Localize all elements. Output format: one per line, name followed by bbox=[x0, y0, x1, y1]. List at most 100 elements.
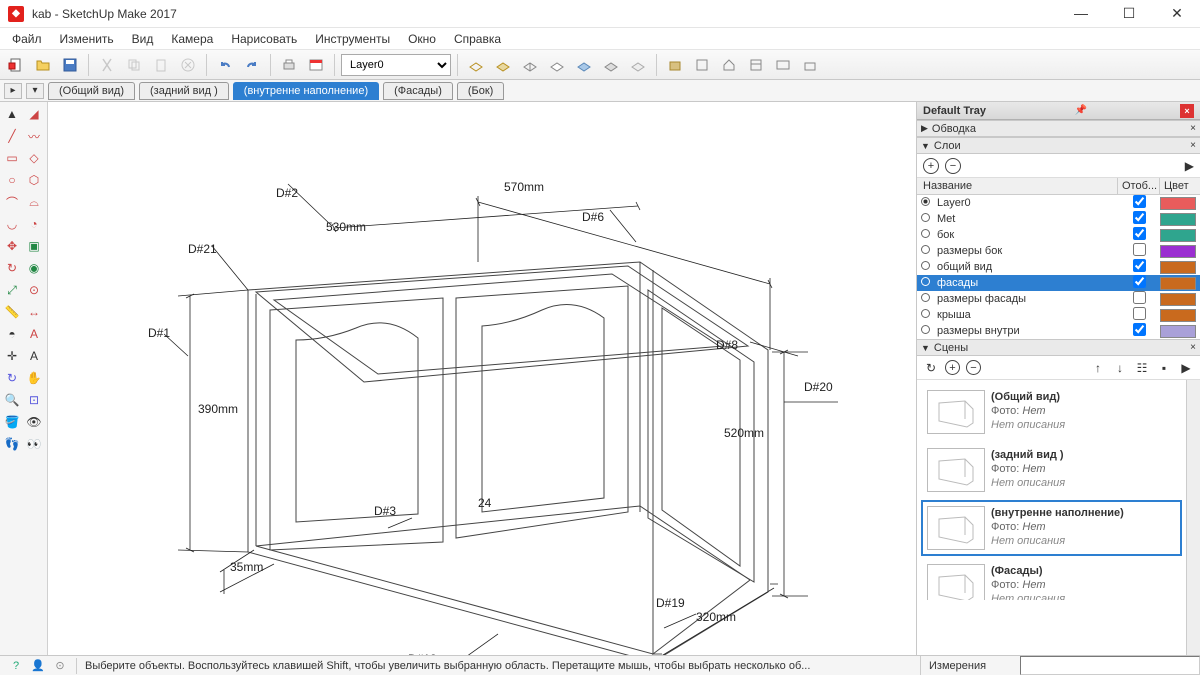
panel-scenes-header[interactable]: ▼ Сцены × bbox=[917, 339, 1200, 356]
tray-title[interactable]: Default Tray 📌 × bbox=[917, 102, 1200, 120]
arc-tool[interactable]: ⌒ bbox=[2, 192, 22, 212]
3pt-arc-tool[interactable]: ◡ bbox=[2, 214, 22, 234]
panel-close-icon[interactable]: × bbox=[1190, 342, 1196, 353]
layer-visible-checkbox[interactable] bbox=[1118, 227, 1160, 243]
scene-tab-back-view[interactable]: (задний вид ) bbox=[139, 82, 229, 100]
panel-stroke-header[interactable]: ▶ Обводка × bbox=[917, 120, 1200, 137]
copy-button[interactable] bbox=[122, 53, 146, 77]
layer-row[interactable]: крыша bbox=[917, 307, 1200, 323]
rectangle-tool[interactable]: ▭ bbox=[2, 148, 22, 168]
layer-visible-checkbox[interactable] bbox=[1118, 211, 1160, 227]
menu-help[interactable]: Справка bbox=[446, 30, 509, 48]
select-tool[interactable]: ▲ bbox=[2, 104, 22, 124]
layer-color-swatch[interactable] bbox=[1160, 261, 1200, 274]
scene-item[interactable]: (внутренне наполнение)Фото: НетНет описа… bbox=[921, 500, 1182, 556]
wireframe-button[interactable] bbox=[518, 53, 542, 77]
back-edges-button[interactable] bbox=[491, 53, 515, 77]
menu-view[interactable]: Вид bbox=[124, 30, 162, 48]
scene-item[interactable]: (Общий вид)Фото: НетНет описания bbox=[921, 384, 1182, 440]
zoom-extents-tool[interactable]: 👁 bbox=[24, 412, 44, 432]
cut-button[interactable] bbox=[95, 53, 119, 77]
scenes-scrollbar[interactable] bbox=[1186, 380, 1200, 655]
open-file-button[interactable] bbox=[31, 53, 55, 77]
protractor-tool[interactable]: ◓ bbox=[2, 324, 22, 344]
menu-draw[interactable]: Нарисовать bbox=[223, 30, 305, 48]
layer-row[interactable]: размеры бок bbox=[917, 243, 1200, 259]
layer-color-swatch[interactable] bbox=[1160, 245, 1200, 258]
col-visible-header[interactable]: Отоб... bbox=[1118, 178, 1160, 194]
move-tool[interactable]: ✥ bbox=[2, 236, 22, 256]
layer-visible-checkbox[interactable] bbox=[1118, 195, 1160, 211]
shaded-textures-button[interactable] bbox=[599, 53, 623, 77]
layer-current-radio[interactable] bbox=[921, 261, 935, 273]
pushpull-tool[interactable]: ▣ bbox=[24, 236, 44, 256]
maximize-button[interactable]: ☐ bbox=[1114, 5, 1144, 22]
freehand-tool[interactable]: 〰 bbox=[24, 126, 44, 146]
axes-tool[interactable]: ✛ bbox=[2, 346, 22, 366]
scene-delete-button[interactable]: − bbox=[966, 360, 981, 375]
menu-file[interactable]: Файл bbox=[4, 30, 50, 48]
redo-button[interactable] bbox=[240, 53, 264, 77]
scene-add-button[interactable]: + bbox=[945, 360, 960, 375]
menu-window[interactable]: Окно bbox=[400, 30, 444, 48]
3dtext-tool[interactable]: A bbox=[24, 346, 44, 366]
scale-tool[interactable]: ⤢ bbox=[2, 280, 22, 300]
layer-visible-checkbox[interactable] bbox=[1118, 291, 1160, 307]
credits-button[interactable] bbox=[771, 53, 795, 77]
layer-visible-checkbox[interactable] bbox=[1118, 275, 1160, 291]
layer-color-swatch[interactable] bbox=[1160, 213, 1200, 226]
layer-visible-checkbox[interactable] bbox=[1118, 307, 1160, 323]
followme-tool[interactable]: ◉ bbox=[24, 258, 44, 278]
delete-layer-button[interactable]: − bbox=[945, 158, 961, 174]
layer-current-radio[interactable] bbox=[921, 213, 935, 225]
layer-color-swatch[interactable] bbox=[1160, 325, 1200, 338]
scene-tab-general-view[interactable]: (Общий вид) bbox=[48, 82, 135, 100]
layer-current-radio[interactable] bbox=[921, 293, 935, 305]
panel-close-icon[interactable]: × bbox=[1190, 140, 1196, 151]
layer-color-swatch[interactable] bbox=[1160, 309, 1200, 322]
layer-color-swatch[interactable] bbox=[1160, 277, 1200, 290]
scene-menu-button[interactable]: ▶ bbox=[1178, 360, 1194, 376]
layer-current-radio[interactable] bbox=[921, 229, 935, 241]
scene-details-button[interactable]: ▪ bbox=[1156, 360, 1172, 376]
warehouse-button[interactable] bbox=[798, 53, 822, 77]
new-file-button[interactable] bbox=[4, 53, 28, 77]
look-around-tool[interactable]: 👀 bbox=[24, 434, 44, 454]
scene-item[interactable]: (задний вид )Фото: НетНет описания bbox=[921, 442, 1182, 498]
outliner-button[interactable] bbox=[690, 53, 714, 77]
offset-tool[interactable]: ⊙ bbox=[24, 280, 44, 300]
scene-update-button[interactable]: ↻ bbox=[923, 360, 939, 376]
layer-row[interactable]: размеры внутри bbox=[917, 323, 1200, 339]
close-button[interactable]: ✕ bbox=[1162, 5, 1192, 22]
home-button[interactable] bbox=[717, 53, 741, 77]
undo-button[interactable] bbox=[213, 53, 237, 77]
eraser-tool[interactable]: ◢ bbox=[24, 104, 44, 124]
scene-tab-options-button[interactable]: ▾ bbox=[26, 83, 44, 99]
pie-tool[interactable]: ◔ bbox=[24, 214, 44, 234]
layer-current-radio[interactable] bbox=[921, 325, 935, 337]
claim-credit-icon[interactable]: ⊙ bbox=[52, 658, 68, 674]
paint-bucket-tool[interactable]: 🪣 bbox=[2, 412, 22, 432]
component-button[interactable] bbox=[663, 53, 687, 77]
orbit-tool[interactable]: ↻ bbox=[2, 368, 22, 388]
walk-tool[interactable]: 👣 bbox=[2, 434, 22, 454]
menu-edit[interactable]: Изменить bbox=[52, 30, 122, 48]
layer-row[interactable]: Layer0 bbox=[917, 195, 1200, 211]
model-info-button[interactable] bbox=[304, 53, 328, 77]
dimension-tool[interactable]: ↔ bbox=[24, 302, 44, 322]
layer-color-swatch[interactable] bbox=[1160, 293, 1200, 306]
layer-current-radio[interactable] bbox=[921, 277, 935, 289]
layer-visible-checkbox[interactable] bbox=[1118, 323, 1160, 339]
layer-current-radio[interactable] bbox=[921, 197, 935, 209]
text-tool[interactable]: A bbox=[24, 324, 44, 344]
scene-tab-add-button[interactable]: ▸ bbox=[4, 83, 22, 99]
rotate-tool[interactable]: ↻ bbox=[2, 258, 22, 278]
help-icon[interactable]: ? bbox=[8, 658, 24, 674]
line-tool[interactable]: ╱ bbox=[2, 126, 22, 146]
tray-close-button[interactable]: × bbox=[1180, 104, 1194, 118]
col-name-header[interactable]: Название bbox=[917, 178, 1118, 194]
layer-row[interactable]: фасады bbox=[917, 275, 1200, 291]
print-button[interactable] bbox=[277, 53, 301, 77]
panel-layers-header[interactable]: ▼ Слои × bbox=[917, 137, 1200, 154]
monochrome-button[interactable] bbox=[626, 53, 650, 77]
